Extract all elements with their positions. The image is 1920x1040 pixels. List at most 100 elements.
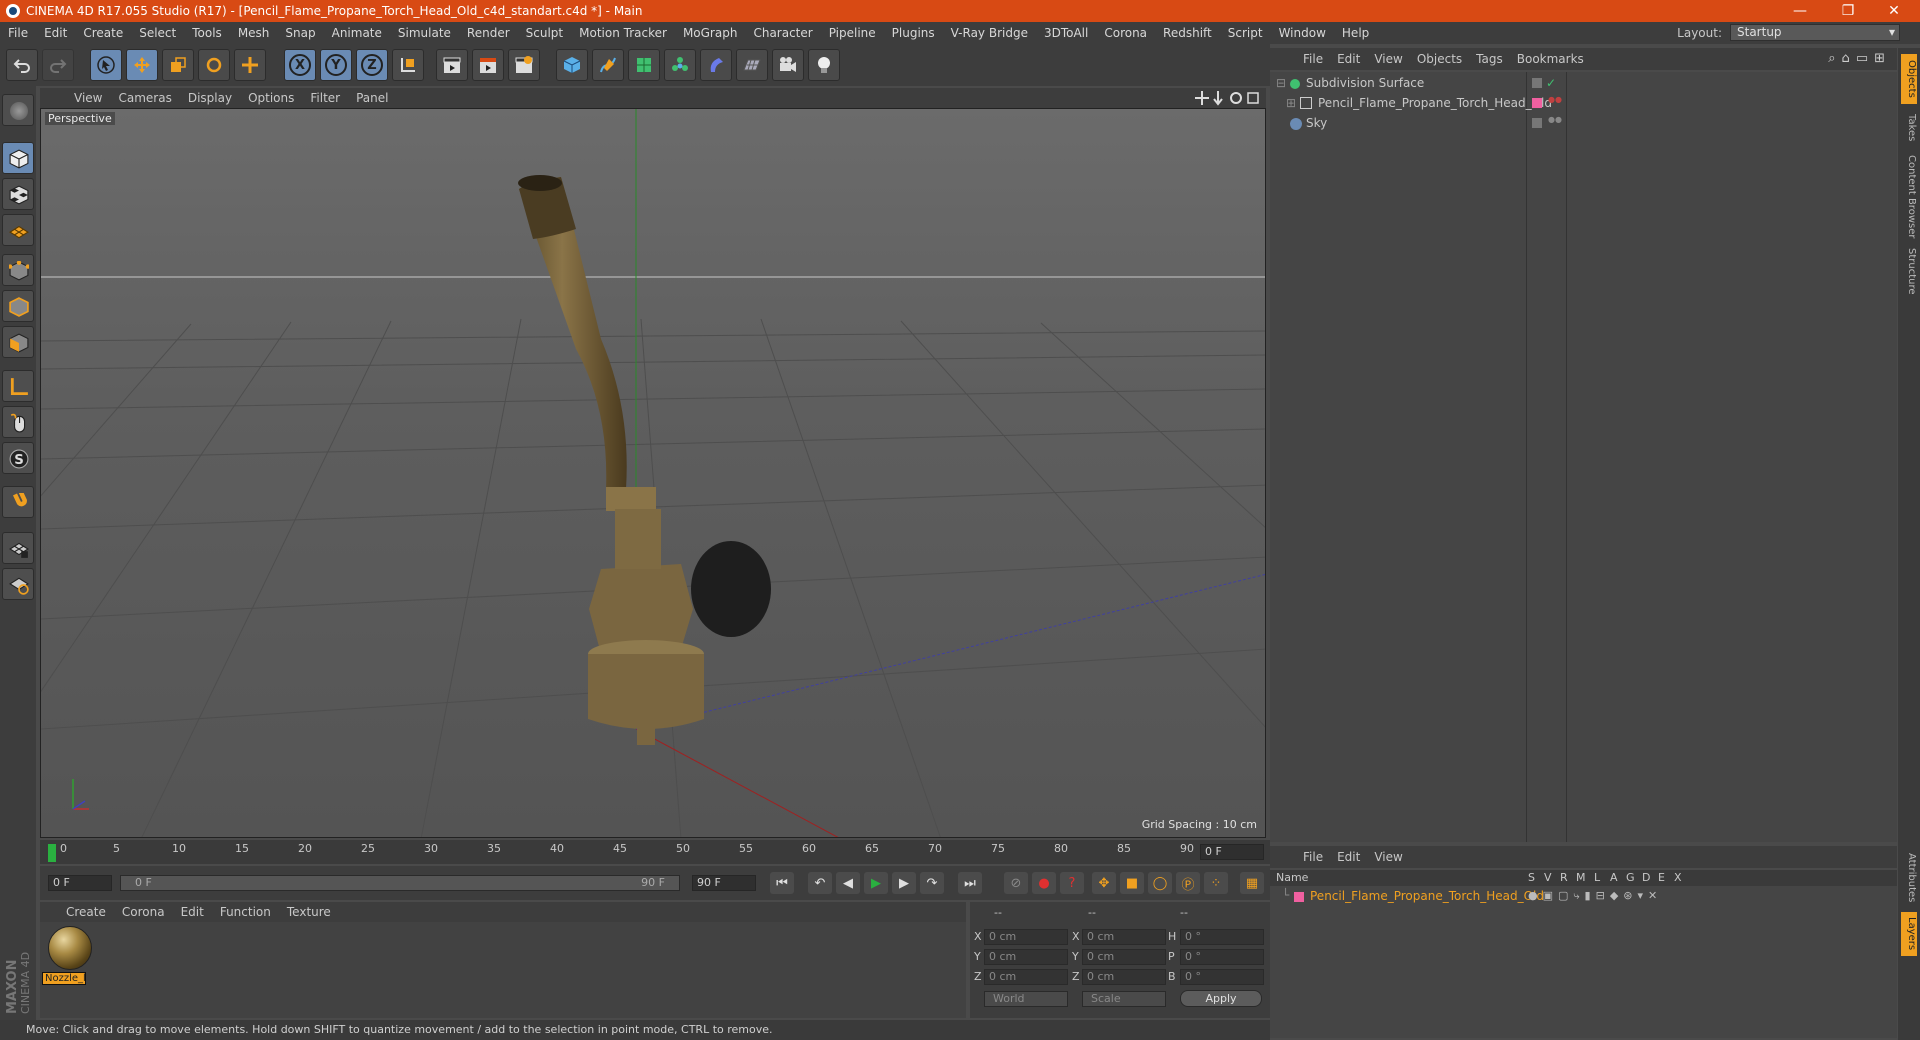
render-to-picture-viewer-button[interactable] xyxy=(472,49,504,81)
lm-menu-edit[interactable]: Edit xyxy=(1330,850,1367,864)
enabled-check-icon[interactable]: ✓ xyxy=(1546,74,1556,93)
add-subdivision-surface-button[interactable] xyxy=(628,49,660,81)
om-menu-objects[interactable]: Objects xyxy=(1410,52,1469,66)
col-view[interactable]: V xyxy=(1544,871,1552,884)
viewport-menu-panel[interactable]: Panel xyxy=(348,91,396,105)
expand-icon[interactable]: ⊞ xyxy=(1286,94,1296,113)
rotation-p-field[interactable]: 0 ° xyxy=(1180,949,1264,965)
position-y-field[interactable]: 0 cm xyxy=(984,949,1068,965)
om-menu-file[interactable]: File xyxy=(1296,52,1330,66)
key-rotation-button[interactable]: ◯ xyxy=(1148,872,1172,894)
magnet-tool-button[interactable] xyxy=(2,486,34,518)
record-keys-button[interactable]: ⊘ xyxy=(1004,872,1028,894)
object-row[interactable]: Sky ●● xyxy=(1270,114,1897,133)
redo-button[interactable] xyxy=(42,49,74,81)
tab-attributes[interactable]: Attributes xyxy=(1901,848,1917,908)
rotation-b-field[interactable]: 0 ° xyxy=(1180,969,1264,985)
next-frame-button[interactable]: ▶ xyxy=(892,872,916,894)
position-z-field[interactable]: 0 cm xyxy=(984,969,1068,985)
viewport-label[interactable]: Perspective xyxy=(45,112,115,125)
key-position-button[interactable]: ✥ xyxy=(1092,872,1116,894)
menu-snap[interactable]: Snap xyxy=(277,26,323,40)
material-menu-create[interactable]: Create xyxy=(58,905,114,919)
previous-frame-button[interactable]: ◀ xyxy=(836,872,860,894)
collapse-icon[interactable]: ⊟ xyxy=(1276,74,1286,93)
rotate-tool-button[interactable] xyxy=(198,49,230,81)
add-floor-button[interactable] xyxy=(736,49,768,81)
menu-character[interactable]: Character xyxy=(745,26,820,40)
rotation-h-field[interactable]: 0 ° xyxy=(1180,929,1264,945)
layout-dropdown[interactable]: Startup xyxy=(1730,24,1900,41)
scale-tool-button[interactable] xyxy=(162,49,194,81)
layer-name[interactable]: Pencil_Flame_Propane_Torch_Head_Old xyxy=(1310,889,1544,903)
add-light-button[interactable] xyxy=(808,49,840,81)
lm-menu-view[interactable]: View xyxy=(1367,850,1409,864)
layer-flags-icons[interactable]: ●▣▢⤷▮⊟◆⊛▾✕ xyxy=(1528,889,1662,903)
play-button[interactable]: ▶ xyxy=(864,872,888,894)
frame-range-slider[interactable]: 0 F 90 F xyxy=(120,875,680,891)
timeline-window-button[interactable]: ▦ xyxy=(1240,872,1264,894)
om-toolbar-icons[interactable]: ⌕⌂▭⊞ xyxy=(1828,51,1891,66)
autokey-button[interactable]: ● xyxy=(1032,872,1056,894)
keyframe-selection-button[interactable]: ? xyxy=(1060,872,1084,894)
menu-file[interactable]: File xyxy=(0,26,36,40)
material-name[interactable]: Nozzle_l xyxy=(42,972,86,985)
col-xref[interactable]: X xyxy=(1674,871,1682,884)
material-menu-corona[interactable]: Corona xyxy=(114,905,173,919)
viewport-menu-display[interactable]: Display xyxy=(180,91,240,105)
viewport-navigation-icons[interactable] xyxy=(1194,90,1260,106)
menu-simulate[interactable]: Simulate xyxy=(390,26,459,40)
add-deformer-button[interactable] xyxy=(700,49,732,81)
menu-help[interactable]: Help xyxy=(1334,26,1377,40)
coordinate-system-button[interactable] xyxy=(392,49,424,81)
col-generators[interactable]: G xyxy=(1626,871,1635,884)
axis-mode-button[interactable] xyxy=(2,370,34,402)
key-scale-button[interactable]: ■ xyxy=(1120,872,1144,894)
object-row[interactable]: ⊟ Subdivision Surface ✓ xyxy=(1270,74,1897,93)
menu-select[interactable]: Select xyxy=(131,26,184,40)
timeline-ruler[interactable]: 0 5 10 15 20 25 30 35 40 45 50 55 60 65 … xyxy=(40,840,1270,864)
object-row[interactable]: ⊞ Pencil_Flame_Propane_Torch_Head_Old ●● xyxy=(1270,94,1897,113)
key-parameter-button[interactable]: Ⓟ xyxy=(1176,872,1200,894)
col-name[interactable]: Name xyxy=(1276,871,1308,884)
menu-edit[interactable]: Edit xyxy=(36,26,75,40)
apply-button[interactable]: Apply xyxy=(1180,990,1262,1007)
perspective-viewport[interactable]: Perspective Grid Spacing : 10 cm xyxy=(40,108,1266,838)
menu-mesh[interactable]: Mesh xyxy=(230,26,278,40)
texture-mode-button[interactable] xyxy=(2,178,34,210)
live-selection-button[interactable] xyxy=(90,49,122,81)
minimize-button[interactable]: — xyxy=(1778,0,1822,22)
x-axis-lock-button[interactable]: X xyxy=(284,49,316,81)
col-expressions[interactable]: E xyxy=(1658,871,1665,884)
visibility-dots-icon[interactable]: ●● xyxy=(1548,96,1562,109)
menu-render[interactable]: Render xyxy=(459,26,518,40)
material-preview[interactable] xyxy=(48,926,92,970)
size-y-field[interactable]: 0 cm xyxy=(1082,949,1166,965)
visibility-dots-icon[interactable]: ●● xyxy=(1548,116,1562,129)
polygons-mode-button[interactable] xyxy=(2,326,34,358)
menu-corona[interactable]: Corona xyxy=(1096,26,1155,40)
transform-tool-button[interactable] xyxy=(234,49,266,81)
y-axis-lock-button[interactable]: Y xyxy=(320,49,352,81)
tab-content-browser[interactable]: Content Browser xyxy=(1901,152,1917,242)
viewport-menu-view[interactable]: View xyxy=(66,91,110,105)
render-view-button[interactable] xyxy=(436,49,468,81)
om-menu-tags[interactable]: Tags xyxy=(1469,52,1510,66)
points-mode-button[interactable] xyxy=(2,254,34,286)
z-axis-lock-button[interactable]: Z xyxy=(356,49,388,81)
menu-animate[interactable]: Animate xyxy=(324,26,390,40)
size-z-field[interactable]: 0 cm xyxy=(1082,969,1166,985)
planar-workplane-button[interactable] xyxy=(2,568,34,600)
previous-key-button[interactable]: ↶ xyxy=(808,872,832,894)
position-x-field[interactable]: 0 cm xyxy=(984,929,1068,945)
move-tool-button[interactable] xyxy=(126,49,158,81)
go-to-end-button[interactable]: ⏭ xyxy=(958,872,982,894)
end-frame-field[interactable]: 90 F xyxy=(692,875,756,891)
menu-plugins[interactable]: Plugins xyxy=(884,26,943,40)
material-menu-edit[interactable]: Edit xyxy=(173,905,212,919)
tab-objects[interactable]: Objects xyxy=(1901,54,1917,104)
layer-toggle-icon[interactable] xyxy=(1532,78,1542,88)
material-menu-function[interactable]: Function xyxy=(212,905,279,919)
layer-color-swatch[interactable] xyxy=(1294,892,1304,902)
edges-mode-button[interactable] xyxy=(2,290,34,322)
